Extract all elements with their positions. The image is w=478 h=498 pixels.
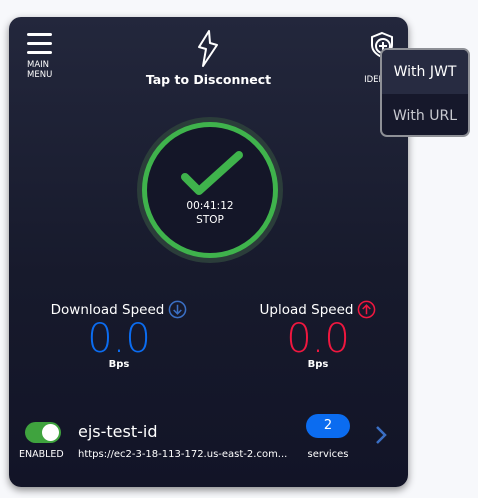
services-label: services <box>307 449 349 460</box>
download-unit: Bps <box>108 359 130 370</box>
checkmark-icon <box>181 151 243 195</box>
upload-unit: Bps <box>307 359 329 370</box>
stop-label: STOP <box>196 214 224 226</box>
upload-value: 0.0 <box>286 316 350 362</box>
menu-item-with-url[interactable]: With URL <box>382 94 468 135</box>
app-window: MAINMENU Tap to Disconnect ADDIDENTITY 0… <box>9 17 408 487</box>
timer: 00:41:12 <box>186 200 234 212</box>
hamburger-icon <box>27 33 67 54</box>
lightning-icon[interactable] <box>194 29 222 73</box>
add-identity-dropdown: With JWT With URL <box>380 48 470 137</box>
download-speed: Download Speed 0.0 Bps <box>29 300 209 370</box>
services-count-badge[interactable]: 2 <box>306 414 350 438</box>
identity-enabled-toggle[interactable] <box>25 422 61 443</box>
download-value: 0.0 <box>87 316 151 362</box>
arrow-up-circle-icon <box>358 300 376 319</box>
identity-url: https://ec2-3-18-113-172.us-east-2.com..… <box>78 449 288 460</box>
arrow-down-circle-icon <box>169 300 187 319</box>
chevron-right-icon[interactable] <box>374 424 388 450</box>
connection-status-button[interactable]: 00:41:12 STOP <box>142 122 278 258</box>
identity-name[interactable]: ejs-test-id <box>78 422 158 441</box>
enabled-label: ENABLED <box>19 449 64 460</box>
upload-speed: Upload Speed 0.0 Bps <box>228 300 408 370</box>
menu-item-with-jwt[interactable]: With JWT <box>382 50 468 94</box>
